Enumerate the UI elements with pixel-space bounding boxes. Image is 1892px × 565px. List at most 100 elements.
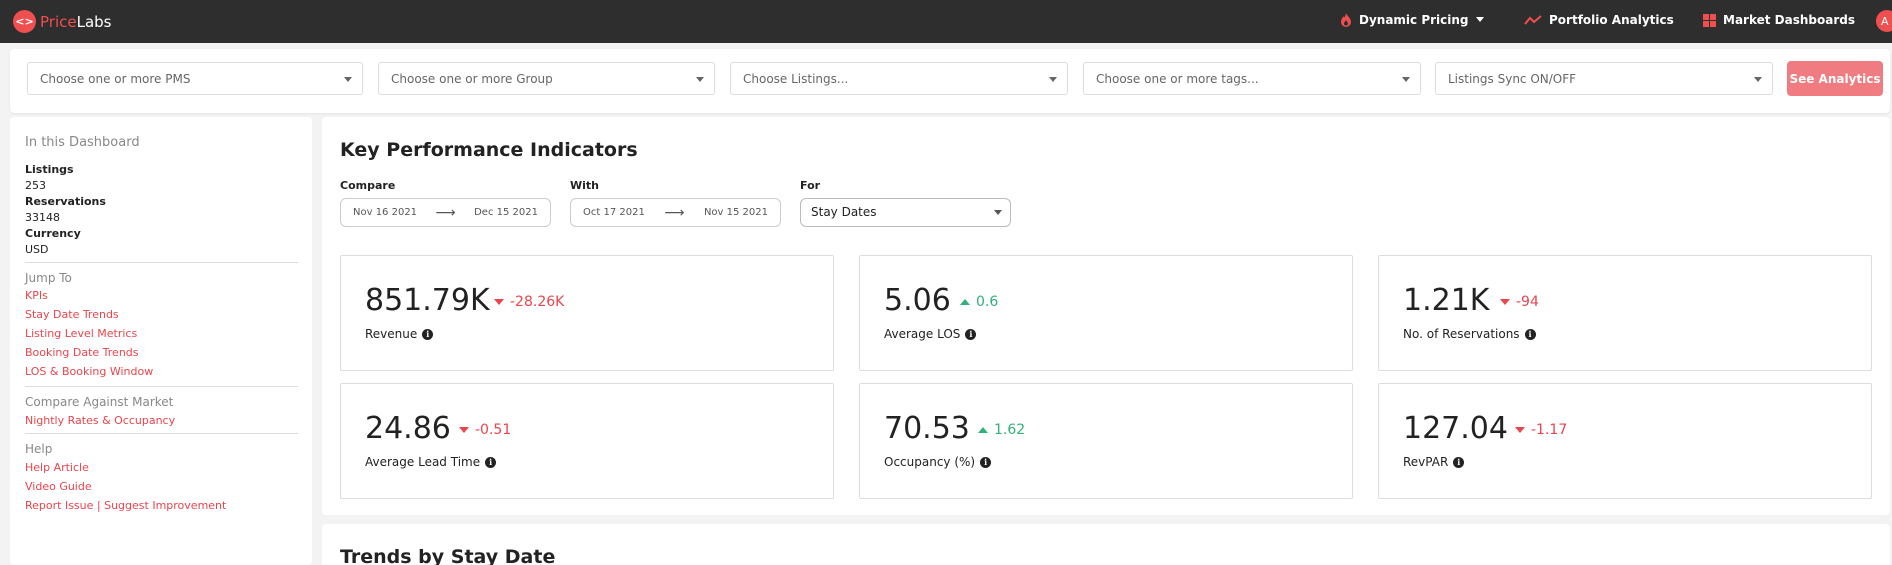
caret-down-icon [994, 210, 1002, 215]
nav-portfolio-analytics[interactable]: Portfolio Analytics [1524, 13, 1674, 27]
pms-select-placeholder: Choose one or more PMS [40, 72, 191, 86]
for-label: For [800, 179, 821, 192]
kpi-name-text: Average Lead Time [365, 455, 481, 469]
nav-market-dashboards-label: Market Dashboards [1723, 13, 1855, 27]
user-avatar[interactable]: A [1876, 10, 1892, 32]
kpi-name-text: No. of Reservations [1403, 327, 1520, 341]
kpi-value: 1.21K [1403, 283, 1490, 318]
caret-down-icon [1049, 77, 1057, 82]
pricelabs-logo[interactable]: <> PriceLabs [13, 10, 111, 33]
triangle-down-icon [494, 299, 504, 305]
link-nightly-rates-occupancy[interactable]: Nightly Rates & Occupancy [25, 414, 297, 427]
caret-down-icon [1754, 77, 1762, 82]
group-select[interactable]: Choose one or more Group [378, 62, 715, 95]
kpi-panel: Key Performance Indicators Compare Nov 1… [322, 117, 1890, 515]
arrow-right-icon: ⟶ [435, 204, 456, 221]
info-icon[interactable]: i [1524, 328, 1536, 340]
kpi-name-text: RevPAR [1403, 455, 1449, 469]
link-video-guide[interactable]: Video Guide [25, 480, 297, 493]
trend-line-icon [1524, 15, 1542, 25]
kpi-card-average-los: 5.06 0.6 Average LOS i [859, 255, 1353, 371]
kpi-delta-value: -94 [1516, 294, 1539, 310]
kpi-value: 5.06 [884, 283, 951, 318]
kpi-name: Occupancy (%) i [884, 455, 992, 469]
triangle-up-icon [960, 299, 970, 305]
info-icon[interactable]: i [980, 456, 992, 468]
listings-sync-select[interactable]: Listings Sync ON/OFF [1435, 62, 1773, 95]
jump-link-listing-level-metrics[interactable]: Listing Level Metrics [25, 327, 297, 340]
with-end-date: Nov 15 2021 [703, 207, 768, 218]
logo-text-price: Price [40, 12, 77, 31]
kpi-card-revpar: 127.04 -1.17 RevPAR i [1378, 383, 1872, 499]
dashboard-sidebar: In this Dashboard Listings 253 Reservati… [10, 117, 312, 565]
info-icon[interactable]: i [422, 328, 434, 340]
kpi-delta: 1.62 [978, 422, 1025, 438]
jump-link-stay-date-trends[interactable]: Stay Date Trends [25, 308, 297, 321]
pms-select[interactable]: Choose one or more PMS [27, 62, 363, 95]
kpi-delta-value: 0.6 [976, 294, 999, 310]
with-start-date: Oct 17 2021 [583, 207, 645, 218]
with-date-range[interactable]: Oct 17 2021 ⟶ Nov 15 2021 [570, 198, 781, 227]
link-help-article[interactable]: Help Article [25, 461, 297, 474]
info-icon[interactable]: i [1453, 456, 1465, 468]
kpi-name-text: Average LOS [884, 327, 961, 341]
jump-link-kpis[interactable]: KPIs [25, 289, 297, 302]
logo-text-labs: Labs [76, 12, 112, 31]
reservations-label: Reservations [25, 195, 106, 208]
kpi-name: Average LOS i [884, 327, 977, 341]
nav-dynamic-pricing-label: Dynamic Pricing [1359, 13, 1469, 27]
flame-icon [1341, 13, 1351, 27]
kpi-card-lead-time: 24.86 -0.51 Average Lead Time i [340, 383, 834, 499]
kpi-card-reservations: 1.21K -94 No. of Reservations i [1378, 255, 1872, 371]
logo-icon: <> [13, 10, 36, 33]
compare-start-date: Nov 16 2021 [353, 207, 418, 218]
jump-link-booking-date-trends[interactable]: Booking Date Trends [25, 346, 297, 359]
listings-label: Listings [25, 163, 74, 176]
compare-end-date: Dec 15 2021 [474, 207, 538, 218]
jump-to-heading: Jump To [25, 271, 72, 285]
dashboard-grid-icon [1703, 13, 1716, 27]
kpi-name: Average Lead Time i [365, 455, 497, 469]
divider [25, 262, 298, 263]
filter-bar: Choose one or more PMS Choose one or mor… [10, 49, 1890, 113]
nav-portfolio-analytics-label: Portfolio Analytics [1549, 13, 1674, 27]
arrow-right-icon: ⟶ [664, 204, 685, 221]
kpi-name: No. of Reservations i [1403, 327, 1536, 341]
kpi-value: 127.04 [1403, 411, 1508, 446]
nav-dynamic-pricing[interactable]: Dynamic Pricing [1340, 13, 1484, 27]
listings-value: 253 [25, 179, 46, 192]
info-icon[interactable]: i [485, 456, 497, 468]
tags-select[interactable]: Choose one or more tags... [1083, 62, 1421, 95]
trends-section-title: Trends by Stay Date [340, 546, 556, 565]
currency-value: USD [25, 243, 49, 256]
top-navbar: <> PriceLabs Dynamic Pricing Portfolio A… [0, 0, 1892, 43]
help-heading: Help [25, 442, 53, 456]
triangle-down-icon [1515, 427, 1525, 433]
see-analytics-button[interactable]: See Analytics [1787, 61, 1883, 96]
kpi-name-text: Occupancy (%) [884, 455, 976, 469]
currency-label: Currency [25, 227, 81, 240]
triangle-down-icon [459, 427, 469, 433]
compare-market-heading: Compare Against Market [25, 395, 174, 409]
kpi-delta-value: 1.62 [994, 422, 1026, 438]
stay-date-trends-panel: Trends by Stay Date [322, 524, 1890, 565]
triangle-up-icon [978, 427, 988, 433]
sidebar-heading: In this Dashboard [25, 135, 140, 150]
group-select-placeholder: Choose one or more Group [391, 72, 553, 86]
kpi-delta: -0.51 [459, 422, 511, 438]
listings-select-placeholder: Choose Listings... [743, 72, 849, 86]
compare-date-range[interactable]: Nov 16 2021 ⟶ Dec 15 2021 [340, 198, 551, 227]
link-report-issue[interactable]: Report Issue | Suggest Improvement [25, 499, 297, 512]
nav-market-dashboards[interactable]: Market Dashboards [1703, 13, 1855, 27]
kpi-value: 851.79K [365, 283, 490, 318]
kpi-card-occupancy: 70.53 1.62 Occupancy (%) i [859, 383, 1353, 499]
kpi-delta-value: -28.26K [510, 294, 565, 310]
tags-select-placeholder: Choose one or more tags... [1096, 72, 1259, 86]
for-date-type-select[interactable]: Stay Dates [800, 198, 1011, 227]
kpi-delta-value: -0.51 [475, 422, 512, 438]
jump-link-los-booking-window[interactable]: LOS & Booking Window [25, 365, 297, 378]
triangle-down-icon [1500, 299, 1510, 305]
info-icon[interactable]: i [965, 328, 977, 340]
with-label: With [570, 179, 599, 192]
listings-select[interactable]: Choose Listings... [730, 62, 1068, 95]
